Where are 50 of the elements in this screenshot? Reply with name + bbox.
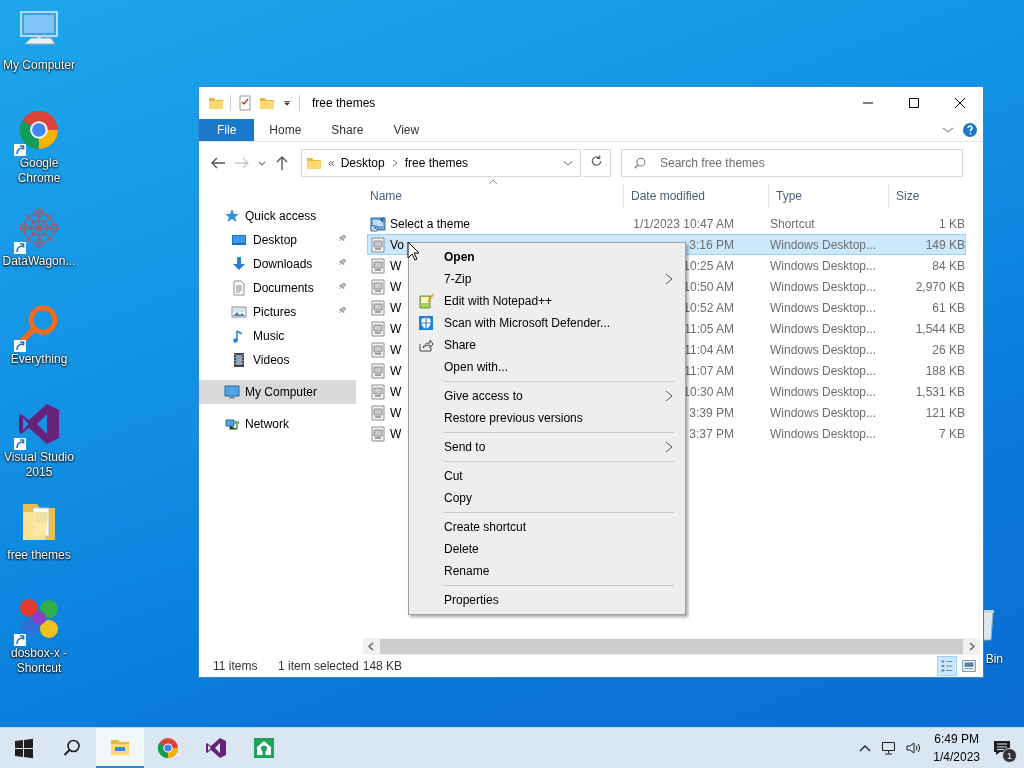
- type-cell-text: Windows Desktop...: [769, 258, 878, 273]
- size-cell-text: 2,970 KB: [914, 279, 965, 294]
- date-cell-text: 11:04 AM: [683, 342, 734, 357]
- size-cell-text: 188 KB: [924, 363, 965, 378]
- date-cell-text: 1/1/2023 10:47 AM: [632, 216, 734, 231]
- date-cell-text: 3:16 PM: [688, 237, 734, 252]
- size-cell-text: 84 KB: [931, 258, 965, 273]
- icon-label: Bin: [985, 652, 1003, 666]
- file-name: W: [390, 363, 402, 378]
- file-name: W: [390, 321, 402, 336]
- file-name: Vo: [390, 237, 404, 252]
- size-cell-text: 26 KB: [931, 342, 965, 357]
- file-name: W: [390, 342, 402, 357]
- size-cell-text: 121 KB: [924, 405, 965, 420]
- file-name: W: [390, 279, 402, 294]
- size-cell-text: 149 KB: [924, 237, 965, 252]
- date-cell-text: 3:39 PM: [688, 405, 734, 420]
- file-name: W: [390, 405, 402, 420]
- type-cell-text: Shortcut: [769, 216, 816, 231]
- type-cell-text: Windows Desktop...: [769, 279, 878, 294]
- type-cell-text: Windows Desktop...: [769, 237, 878, 252]
- size-cell-text: 1,544 KB: [914, 321, 965, 336]
- date-cell-text: 10:30 AM: [682, 384, 734, 399]
- type-cell-text: Windows Desktop...: [769, 426, 878, 441]
- file-name: W: [390, 426, 402, 441]
- file-name: W: [390, 384, 402, 399]
- type-cell-text: Windows Desktop...: [769, 300, 878, 315]
- file-name: W: [390, 300, 402, 315]
- selection-size: 148 KB: [362, 659, 403, 673]
- type-cell-text: Windows Desktop...: [769, 384, 878, 399]
- size-cell-text: 61 KB: [931, 300, 965, 315]
- size-cell-text: 1,531 KB: [914, 384, 965, 399]
- item-count: 11 items: [213, 659, 259, 673]
- type-cell-text: Windows Desktop...: [769, 321, 878, 336]
- date-cell-text: 11:05 AM: [683, 321, 734, 336]
- notification-badge: 1: [1002, 748, 1017, 763]
- type-cell-text: Windows Desktop...: [769, 342, 878, 357]
- file-name: W: [390, 258, 402, 273]
- date-cell-text: 10:52 AM: [682, 300, 734, 315]
- date-cell-text: 11:07 AM: [683, 363, 734, 378]
- type-cell-text: Windows Desktop...: [769, 405, 878, 420]
- type-cell-text: Windows Desktop...: [769, 363, 878, 378]
- size-cell-text: 7 KB: [938, 426, 965, 441]
- selection-count: 1 item selected: [278, 659, 359, 673]
- window-title: free themes: [312, 96, 377, 110]
- file-name: Select a theme: [390, 216, 471, 231]
- date-cell-text: 3:37 PM: [688, 426, 734, 441]
- size-cell-text: 1 KB: [938, 216, 965, 231]
- date-cell-text: 10:25 AM: [682, 258, 734, 273]
- date-cell-text: 10:50 AM: [682, 279, 734, 294]
